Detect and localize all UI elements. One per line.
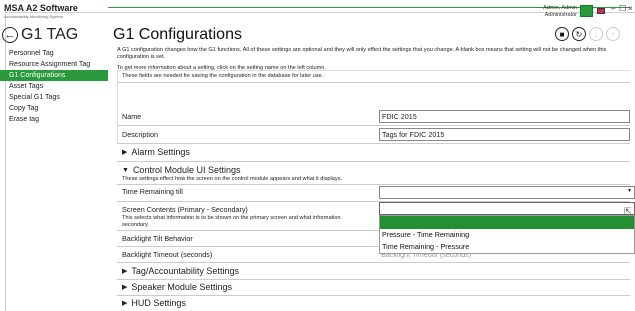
chevron-down-icon[interactable]: ▾ <box>628 187 631 194</box>
divider <box>117 295 630 296</box>
section-label: Speaker Module Settings <box>131 282 232 292</box>
refresh-icon[interactable]: ↻ <box>572 27 586 41</box>
caret-right-icon: ▶ <box>122 300 128 307</box>
caret-right-icon: ▶ <box>122 268 128 275</box>
divider <box>117 161 630 162</box>
control-module-settings-header[interactable]: ▼ Control Module UI Settings <box>122 165 241 175</box>
divider <box>117 279 630 280</box>
minimize-button[interactable]: – <box>611 4 615 13</box>
screen-contents-note: This selects what information is to be s… <box>122 215 341 221</box>
maximize-button[interactable]: ☐ <box>619 4 626 13</box>
divider <box>117 262 630 263</box>
description-label[interactable]: Description <box>122 130 158 139</box>
dropdown-option-time-pressure[interactable]: Time Remaining - Pressure <box>380 241 634 253</box>
screen-contents-select[interactable] <box>379 202 635 215</box>
section-label: HUD Settings <box>131 298 186 308</box>
sidebar-item-resource-assignment-tag[interactable]: Resource Assignment Tag <box>0 59 108 70</box>
section-label: Tag/Accountability Settings <box>131 266 239 276</box>
avatar[interactable] <box>580 5 593 17</box>
divider <box>117 143 630 144</box>
user-name: Admin, Admin <box>543 5 577 11</box>
sidebar-item-g1-configurations[interactable]: G1 Configurations <box>0 70 108 81</box>
hud-settings-header[interactable]: ▶ HUD Settings <box>122 298 186 308</box>
mouse-cursor-icon: ⇱ <box>624 206 632 216</box>
divider <box>117 184 630 185</box>
app-subtitle: Accountability Monitoring System <box>4 14 63 19</box>
name-label[interactable]: Name <box>122 112 141 121</box>
main-content: G1 Configurations <box>113 24 630 46</box>
divider <box>117 125 630 126</box>
alarm-settings-header[interactable]: ▶ Alarm Settings <box>122 147 190 157</box>
sidebar-item-special-g1-tags[interactable]: Special G1 Tags <box>0 92 108 103</box>
speaker-module-settings-header[interactable]: ▶ Speaker Module Settings <box>122 282 232 292</box>
backlight-timeout-label[interactable]: Backlight Timeout (seconds) <box>122 250 212 259</box>
name-input[interactable]: FDIC 2015 <box>379 110 630 123</box>
description-input[interactable]: Tags for FDIC 2015 <box>379 128 630 141</box>
screen-contents-note-2: secondary. <box>122 222 149 228</box>
page-title: G1 Configurations <box>113 26 242 43</box>
control-module-note: These settings effect how the screen on … <box>122 176 343 182</box>
caret-right-icon: ▶ <box>122 149 128 156</box>
sidebar-item-asset-tags[interactable]: Asset Tags <box>0 81 108 92</box>
screen-contents-dropdown-list: Pressure - Time Remaining Time Remaining… <box>379 215 635 254</box>
close-button[interactable]: × <box>628 4 633 13</box>
screen-contents-label[interactable]: Screen Contents (Primary - Secondary) <box>122 205 248 214</box>
language-flag-icon[interactable] <box>597 8 605 14</box>
caret-right-icon: ▶ <box>122 284 128 291</box>
caret-down-icon: ▼ <box>122 166 129 174</box>
divider <box>117 82 630 83</box>
user-role: Administrator <box>544 12 577 18</box>
sidebar-nav: Personnel Tag Resource Assignment Tag G1… <box>0 48 108 125</box>
section-label: Control Module UI Settings <box>132 165 241 175</box>
time-remaining-label[interactable]: Time Remaining till <box>122 187 183 196</box>
download-icon[interactable]: ↓ <box>589 27 603 41</box>
save-icon[interactable]: ■ <box>555 27 569 41</box>
brand: MSA A2 Software Accountability Monitorin… <box>4 3 104 19</box>
sidebar-item-erase-tag[interactable]: Erase tag <box>0 114 108 125</box>
upload-icon[interactable]: ↑ <box>606 27 620 41</box>
dropdown-option-pressure-time[interactable]: Pressure - Time Remaining <box>380 229 634 241</box>
sidebar-title: G1 TAG <box>21 26 79 43</box>
time-remaining-select[interactable] <box>379 186 635 199</box>
intro-text: A G1 configuration changes how the G1 fu… <box>117 47 607 60</box>
dropdown-option-blank[interactable] <box>380 216 634 229</box>
sidebar-header: ← G1 TAG <box>2 24 78 46</box>
sidebar-item-personnel-tag[interactable]: Personnel Tag <box>0 48 108 59</box>
section-label: Alarm Settings <box>131 147 190 157</box>
app-name: MSA A2 Software <box>4 3 78 13</box>
sidebar-item-copy-tag[interactable]: Copy Tag <box>0 103 108 114</box>
user-info: Admin, Admin Administrator <box>537 5 577 19</box>
page-actions: ■ ↻ ↓ ↑ <box>555 27 620 41</box>
tag-accountability-settings-header[interactable]: ▶ Tag/Accountability Settings <box>122 266 239 276</box>
db-note: These fields are needed for saving the c… <box>122 73 324 79</box>
back-arrow-icon[interactable]: ← <box>2 27 18 43</box>
backlight-tilt-label[interactable]: Backlight Tilt Behavior <box>122 234 193 243</box>
